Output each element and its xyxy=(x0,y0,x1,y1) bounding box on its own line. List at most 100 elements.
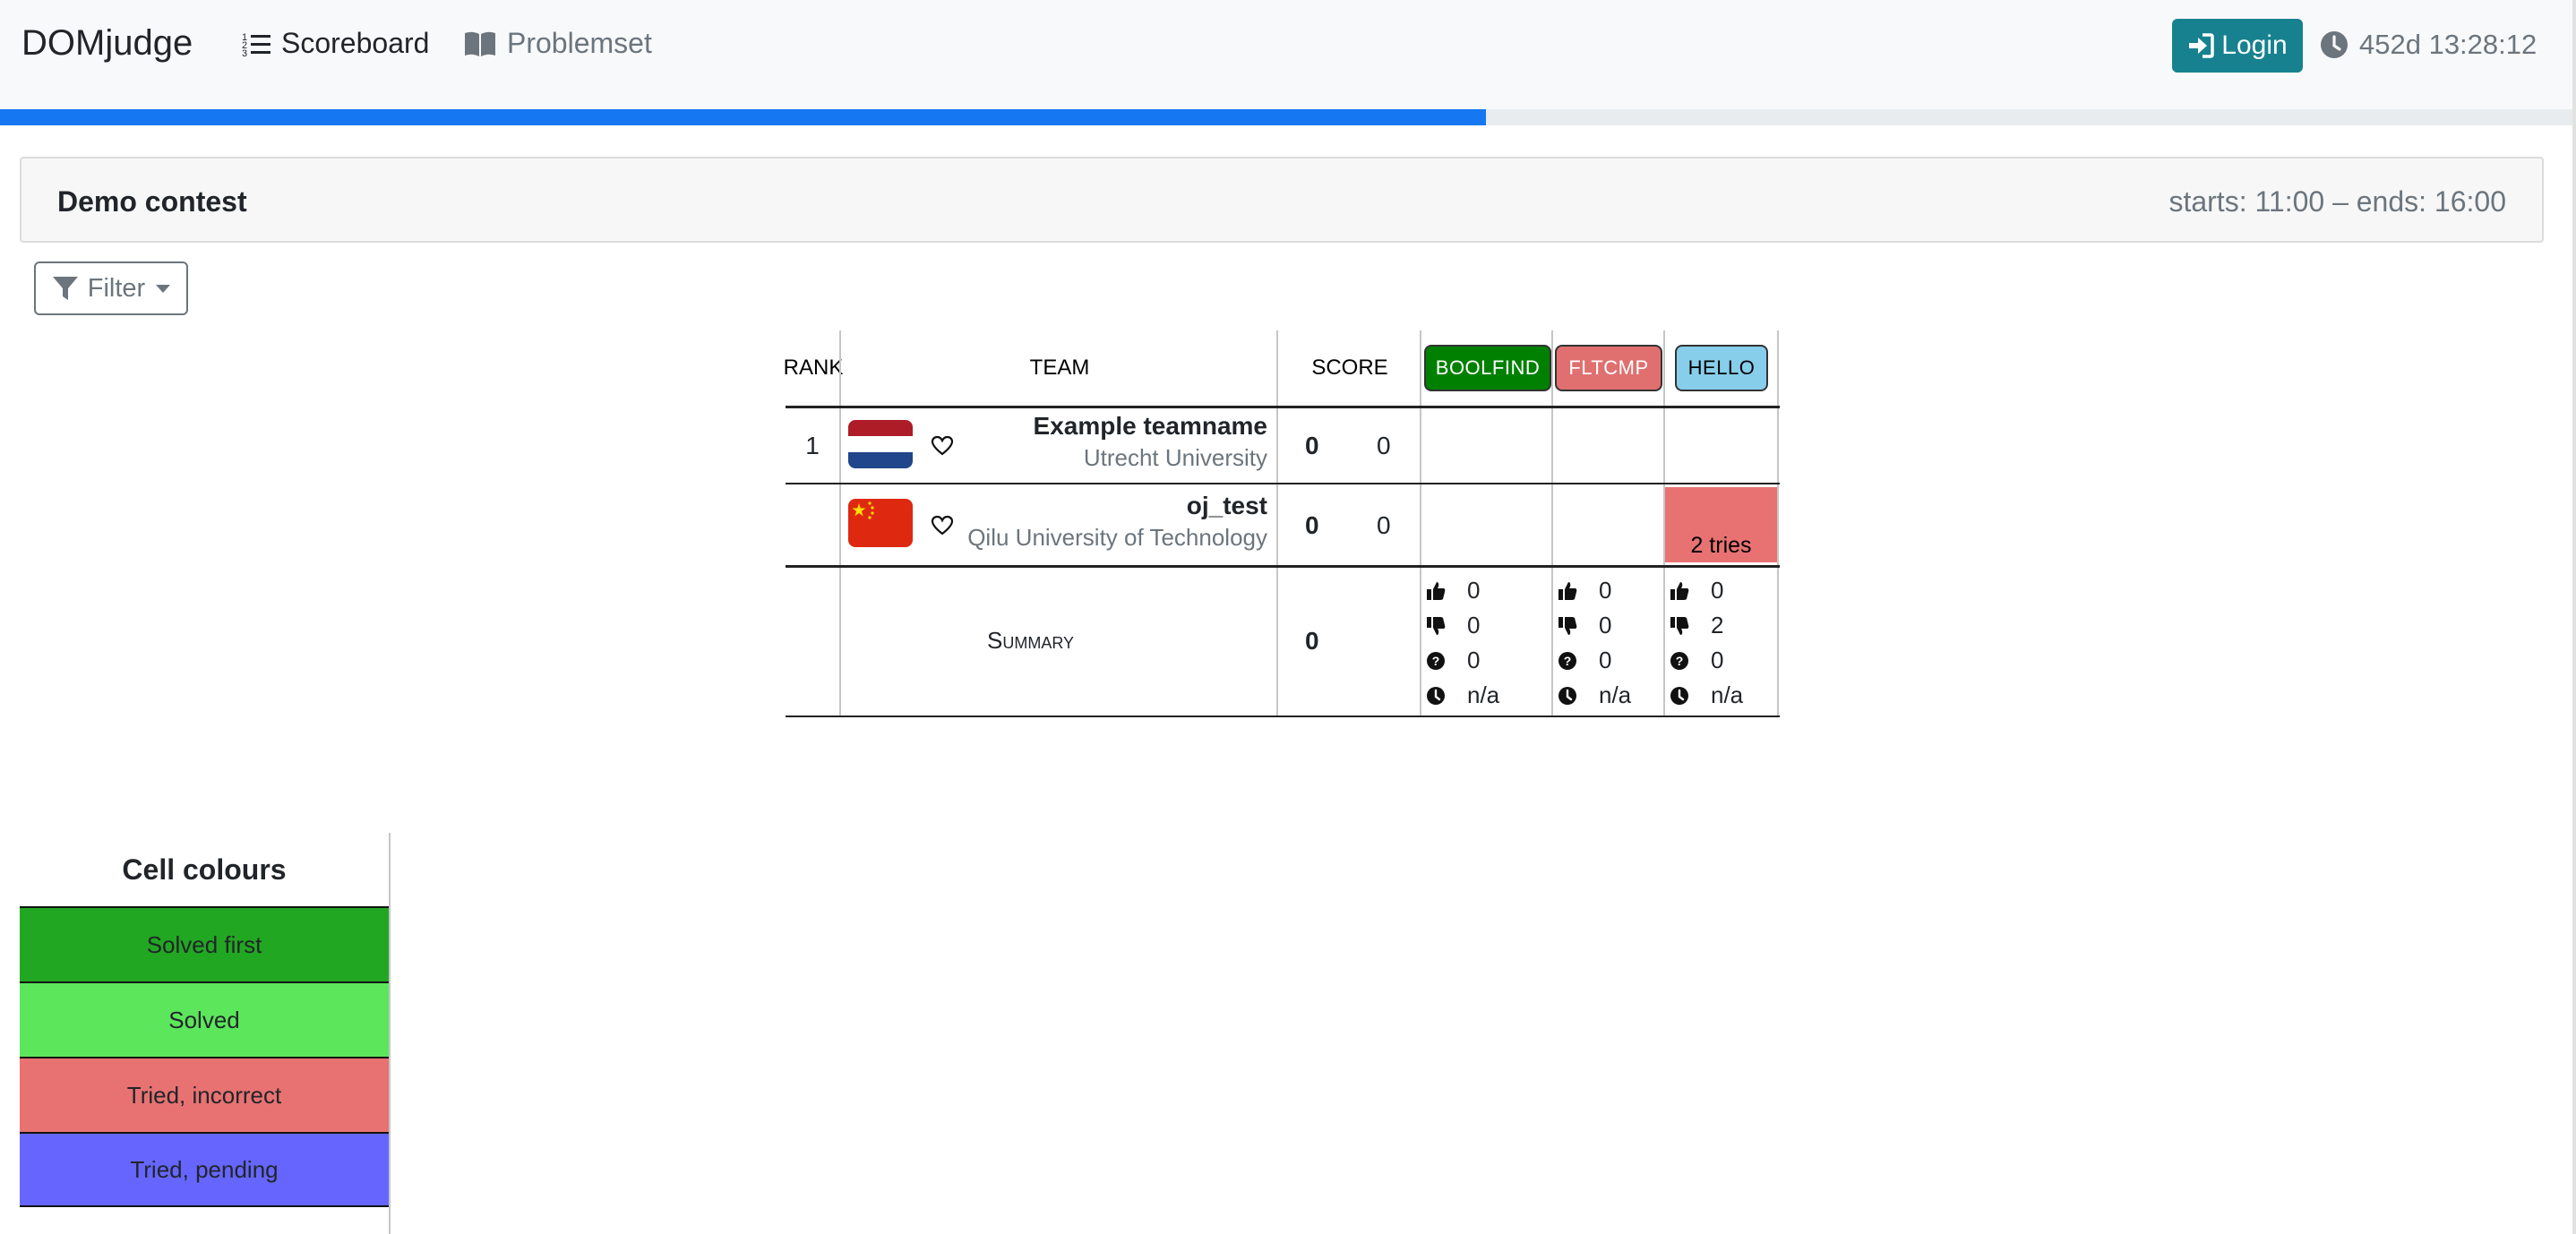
team-rank xyxy=(786,484,839,565)
summary-stat-correct: 0 xyxy=(1426,577,1480,604)
filter-label: Filter xyxy=(87,273,146,303)
team-info: oj_test Qilu University of Technology xyxy=(965,484,1267,565)
legend-divider xyxy=(389,833,391,1234)
summary-stat-value: 0 xyxy=(1467,577,1481,604)
clock-icon xyxy=(1670,686,1700,706)
summary-stat-first-time: n/a xyxy=(1426,681,1499,709)
sign-in-icon xyxy=(2189,33,2215,58)
summary-stat-pending: ? 0 xyxy=(1670,647,1723,674)
nav-scoreboard[interactable]: 1 2 3 Scoreboard xyxy=(242,27,429,60)
header-rank: RANK xyxy=(783,356,844,380)
login-label: Login xyxy=(2221,30,2288,60)
problem-badge-hello[interactable]: HELLO xyxy=(1675,345,1768,391)
china-flag xyxy=(848,499,913,547)
scrollbar[interactable] xyxy=(2572,0,2576,1234)
heart-icon[interactable] xyxy=(931,435,954,457)
summary-stat-value: 0 xyxy=(1711,577,1724,604)
team-row[interactable]: 1 Example teamname Utrecht University 0 … xyxy=(786,408,1780,483)
team-rank: 1 xyxy=(805,431,820,459)
team-name: Example teamname xyxy=(1033,412,1267,440)
svg-text:?: ? xyxy=(1676,654,1684,668)
summary-stat-value: n/a xyxy=(1599,681,1632,708)
summary-stat-value: n/a xyxy=(1467,681,1500,708)
team-score: 0 xyxy=(1305,432,1319,459)
filter-dropdown-button[interactable]: Filter xyxy=(34,261,188,315)
team-row[interactable]: oj_test Qilu University of Technology 0 … xyxy=(786,484,1780,565)
summary-stat-value: 0 xyxy=(1467,647,1481,673)
team-penalty: 0 xyxy=(1377,511,1391,539)
team-penalty: 0 xyxy=(1377,432,1391,459)
thumbs-down-icon xyxy=(1670,616,1700,636)
problem-badge-fltcmp[interactable]: FLTCMP xyxy=(1555,345,1662,391)
clock-value: 452d 13:28:12 xyxy=(2359,29,2537,60)
legend-solved: Solved xyxy=(20,981,389,1057)
summary-stat-incorrect: 0 xyxy=(1558,612,1611,639)
clock-icon xyxy=(1558,686,1588,706)
thumbs-up-icon xyxy=(1670,581,1700,601)
china-flag-stars xyxy=(852,501,874,519)
thumbs-up-icon xyxy=(1426,581,1456,601)
summary-stat-value: 0 xyxy=(1599,647,1612,673)
navbar: DOMjudge 1 2 3 Scoreboard Problemset Log… xyxy=(0,0,2576,109)
team-info: Example teamname Utrecht University xyxy=(965,408,1267,483)
team-affiliation: Qilu University of Technology xyxy=(967,524,1267,551)
summary-stat-incorrect: 2 xyxy=(1670,612,1723,639)
book-open-icon xyxy=(465,31,495,56)
svg-text:?: ? xyxy=(1432,654,1440,668)
legend-solved-first: Solved first xyxy=(20,906,389,981)
contest-name: Demo contest xyxy=(57,185,247,218)
nav-problemset[interactable]: Problemset xyxy=(464,27,652,60)
summary-label: Summary xyxy=(987,627,1075,654)
question-circle-icon: ? xyxy=(1670,651,1700,671)
contest-clock: 452d 13:28:12 xyxy=(2320,29,2537,61)
contest-progress-bar xyxy=(0,109,2576,125)
login-button[interactable]: Login xyxy=(2172,19,2303,73)
legend-tried-incorrect: Tried, incorrect xyxy=(20,1057,389,1132)
nav-scoreboard-label: Scoreboard xyxy=(281,27,430,59)
summary-score: 0 xyxy=(1305,627,1319,655)
list-ordered-icon: 1 2 3 xyxy=(242,32,270,57)
summary-stat-correct: 0 xyxy=(1670,577,1723,604)
summary-stat-value: 0 xyxy=(1599,612,1612,638)
question-circle-icon: ? xyxy=(1426,651,1456,671)
scoreboard-table: RANK TEAM SCORE BOOLFIND FLTCMP HELLO 1 … xyxy=(783,330,1780,717)
header-team: TEAM xyxy=(1029,356,1090,380)
team-affiliation: Utrecht University xyxy=(1083,444,1267,471)
summary-stat-value: n/a xyxy=(1711,681,1744,708)
problem-cell-tried-incorrect[interactable]: 2 tries xyxy=(1665,487,1777,562)
summary-stat-first-time: n/a xyxy=(1670,681,1743,709)
team-score: 0 xyxy=(1305,511,1319,539)
thumbs-down-icon xyxy=(1558,616,1588,636)
question-circle-icon: ? xyxy=(1558,651,1588,671)
svg-text:?: ? xyxy=(1564,654,1572,668)
header-score: SCORE xyxy=(1311,356,1388,380)
chevron-down-icon xyxy=(156,284,171,293)
summary-stat-incorrect: 0 xyxy=(1426,612,1480,639)
svg-text:3: 3 xyxy=(242,48,247,57)
summary-stat-value: 0 xyxy=(1711,647,1724,673)
summary-stat-pending: ? 0 xyxy=(1426,647,1480,674)
summary-stat-first-time: n/a xyxy=(1558,681,1631,709)
heart-icon[interactable] xyxy=(931,515,954,536)
summary-stat-pending: ? 0 xyxy=(1558,647,1611,674)
contest-times: starts: 11:00 – ends: 16:00 xyxy=(2168,185,2506,218)
team-name: oj_test xyxy=(1186,492,1267,519)
thumbs-down-icon xyxy=(1426,616,1456,636)
filter-icon xyxy=(52,277,78,300)
legend-tried-pending: Tried, pending xyxy=(20,1132,389,1207)
summary-stat-value: 0 xyxy=(1599,577,1612,604)
summary-stat-correct: 0 xyxy=(1558,577,1611,604)
contest-progress-fill xyxy=(0,109,1487,125)
clock-icon xyxy=(2321,31,2348,58)
brand-logo[interactable]: DOMjudge xyxy=(21,23,193,64)
legend-title: Cell colours xyxy=(122,853,287,886)
thumbs-up-icon xyxy=(1558,581,1588,601)
clock-icon xyxy=(1426,686,1456,706)
summary-stat-value: 0 xyxy=(1467,612,1481,638)
nav-problemset-label: Problemset xyxy=(507,27,652,59)
problem-badge-boolfind[interactable]: BOOLFIND xyxy=(1424,345,1551,391)
summary-stat-value: 2 xyxy=(1711,612,1724,638)
contest-header: Demo contest starts: 11:00 – ends: 16:00 xyxy=(20,157,2544,243)
netherlands-flag xyxy=(848,420,913,468)
bottom-rule xyxy=(786,716,1780,717)
